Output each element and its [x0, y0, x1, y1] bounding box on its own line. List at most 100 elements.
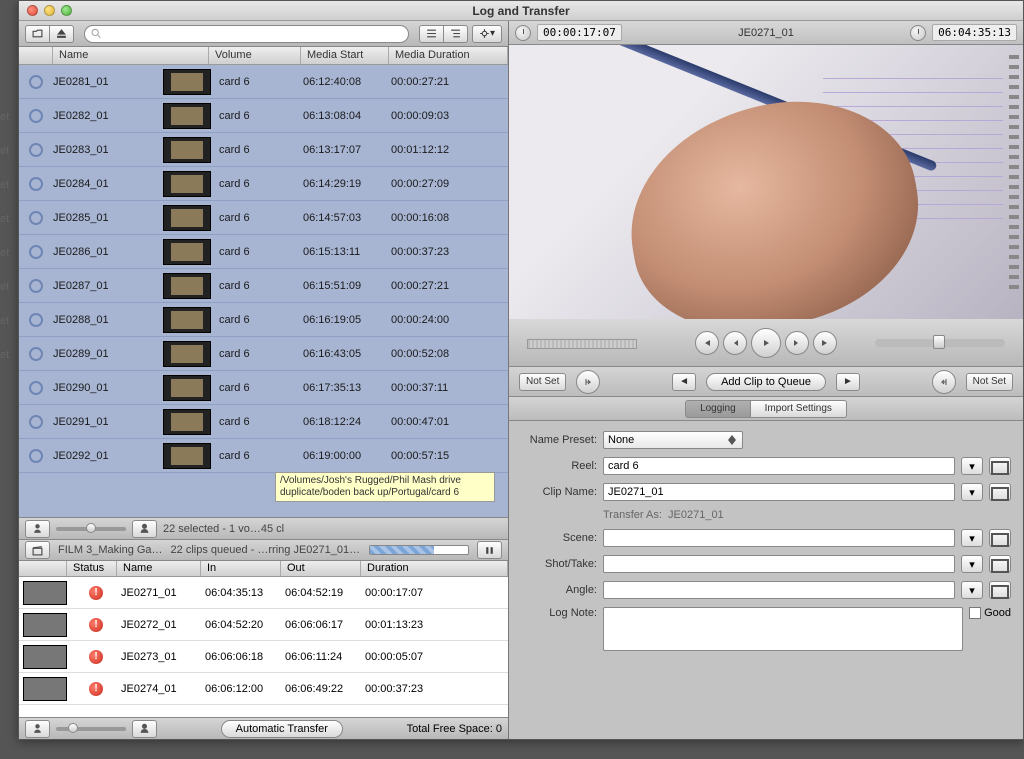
clip-duration: 00:00:16:08: [391, 212, 508, 224]
clip-name: JE0290_01: [53, 382, 163, 394]
go-to-out-button[interactable]: [813, 331, 837, 355]
background-edge: etetetetetetetet: [0, 100, 9, 372]
clip-dropdown-button[interactable]: ▾: [961, 483, 983, 501]
queue-row[interactable]: !JE0274_0106:06:12:0006:06:49:2200:00:37…: [19, 673, 508, 705]
selection-status: 22 selected - 1 vo…45 cl: [163, 523, 502, 535]
col-media-start[interactable]: Media Start: [301, 47, 389, 64]
angle-dropdown-button[interactable]: ▾: [961, 581, 983, 599]
clip-slate-button[interactable]: [989, 483, 1011, 501]
shot-slate-button[interactable]: [989, 555, 1011, 573]
add-volume-button[interactable]: [25, 25, 50, 43]
pause-queue-button[interactable]: [477, 541, 502, 559]
clip-row[interactable]: JE0288_01card 606:16:19:0500:00:24:00: [19, 303, 508, 337]
log-note-input[interactable]: [603, 607, 963, 651]
scene-dropdown-button[interactable]: ▾: [961, 529, 983, 547]
viewer-header: 00:00:17:07 JE0271_01 06:04:35:13: [509, 21, 1023, 45]
clip-row[interactable]: JE0292_01card 606:19:00:0000:00:57:15: [19, 439, 508, 473]
clock-in-icon[interactable]: [515, 25, 531, 41]
clip-row[interactable]: JE0283_01card 606:13:17:0700:01:12:12: [19, 133, 508, 167]
go-to-out-icon: [820, 338, 830, 348]
clip-name: JE0292_01: [53, 450, 163, 462]
transfer-queue[interactable]: !JE0271_0106:04:35:1306:04:52:1900:00:17…: [19, 577, 508, 717]
free-space-label: Total Free Space: 0: [407, 723, 502, 735]
clip-row[interactable]: JE0284_01card 606:14:29:1900:00:27:09: [19, 167, 508, 201]
clip-name: JE0289_01: [53, 348, 163, 360]
tab-import-settings[interactable]: Import Settings: [750, 400, 847, 418]
clip-name: JE0287_01: [53, 280, 163, 292]
reel-input[interactable]: card 6: [603, 457, 955, 475]
clip-name: JE0288_01: [53, 314, 163, 326]
play-button[interactable]: [751, 328, 781, 358]
browser-toolbar: ▾: [19, 21, 508, 47]
clip-duration: 00:00:52:08: [391, 348, 508, 360]
large-thumb-button-2[interactable]: [132, 720, 157, 738]
name-preset-select[interactable]: None: [603, 431, 743, 449]
clip-row[interactable]: JE0286_01card 606:15:13:1100:00:37:23: [19, 235, 508, 269]
clip-start: 06:18:12:24: [303, 416, 391, 428]
titlebar[interactable]: Log and Transfer: [19, 1, 1023, 21]
jog-slider[interactable]: [875, 339, 1005, 347]
window-title: Log and Transfer: [19, 4, 1023, 18]
mark-out-button[interactable]: [932, 370, 956, 394]
clip-duration: 00:00:57:15: [391, 450, 508, 462]
clear-in-button[interactable]: Not Set: [519, 373, 566, 391]
list-view-button[interactable]: [419, 25, 444, 43]
clip-row[interactable]: JE0285_01card 606:14:57:0300:00:16:08: [19, 201, 508, 235]
automatic-transfer-button[interactable]: Automatic Transfer: [221, 720, 343, 738]
search-input[interactable]: [84, 25, 409, 43]
small-thumb-button-2[interactable]: [25, 720, 50, 738]
small-thumb-button[interactable]: [25, 520, 50, 538]
eject-volume-button[interactable]: [49, 25, 74, 43]
clip-browser[interactable]: JE0281_01card 606:12:40:0800:00:27:21JE0…: [19, 65, 508, 517]
add-clip-to-queue-button[interactable]: Add Clip to Queue: [706, 373, 826, 391]
viewer-clip-title: JE0271_01: [628, 27, 904, 39]
prev-clip-button[interactable]: ◄: [672, 373, 696, 391]
clip-row[interactable]: JE0287_01card 606:15:51:0900:00:27:21: [19, 269, 508, 303]
clip-row[interactable]: JE0290_01card 606:17:35:1300:00:37:11: [19, 371, 508, 405]
clip-start: 06:13:08:04: [303, 110, 391, 122]
col-name[interactable]: Name: [53, 47, 209, 64]
clip-name-input[interactable]: JE0271_01: [603, 483, 955, 501]
queue-row[interactable]: !JE0273_0106:06:06:1806:06:11:2400:00:05…: [19, 641, 508, 673]
col-volume[interactable]: Volume: [209, 47, 301, 64]
good-checkbox[interactable]: Good: [969, 607, 1011, 619]
destination-button[interactable]: [25, 541, 50, 559]
queue-thumb-slider[interactable]: [56, 727, 126, 731]
prev-frame-button[interactable]: [723, 331, 747, 355]
list-icon: [426, 28, 437, 39]
preview-viewer[interactable]: [509, 45, 1023, 319]
clip-volume: card 6: [211, 382, 303, 394]
queue-row[interactable]: !JE0271_0106:04:35:1306:04:52:1900:00:17…: [19, 577, 508, 609]
thumb-size-slider[interactable]: [56, 527, 126, 531]
large-thumb-button[interactable]: [132, 520, 157, 538]
clock-out-icon[interactable]: [910, 25, 926, 41]
clip-volume: card 6: [211, 314, 303, 326]
status-ring-icon: [29, 109, 43, 123]
clip-thumbnail: [163, 341, 211, 367]
clip-row[interactable]: JE0282_01card 606:13:08:0400:00:09:03: [19, 99, 508, 133]
reel-slate-button[interactable]: [989, 457, 1011, 475]
angle-slate-button[interactable]: [989, 581, 1011, 599]
clip-start: 06:14:57:03: [303, 212, 391, 224]
clear-out-button[interactable]: Not Set: [966, 373, 1013, 391]
scene-slate-button[interactable]: [989, 529, 1011, 547]
status-ring-icon: [29, 143, 43, 157]
col-media-duration[interactable]: Media Duration: [389, 47, 508, 64]
queue-row[interactable]: !JE0272_0106:04:52:2006:06:06:1700:01:13…: [19, 609, 508, 641]
scene-input[interactable]: [603, 529, 955, 547]
next-frame-button[interactable]: [785, 331, 809, 355]
next-clip-button[interactable]: ►: [836, 373, 860, 391]
tab-logging[interactable]: Logging: [685, 400, 751, 418]
settings-gear-button[interactable]: ▾: [472, 25, 502, 43]
angle-input[interactable]: [603, 581, 955, 599]
shot-take-input[interactable]: [603, 555, 955, 573]
clip-row[interactable]: JE0281_01card 606:12:40:0800:00:27:21: [19, 65, 508, 99]
clip-row[interactable]: JE0289_01card 606:16:43:0500:00:52:08: [19, 337, 508, 371]
mark-in-button[interactable]: [576, 370, 600, 394]
go-to-in-button[interactable]: [695, 331, 719, 355]
shot-dropdown-button[interactable]: ▾: [961, 555, 983, 573]
clip-volume: card 6: [211, 144, 303, 156]
clip-row[interactable]: JE0291_01card 606:18:12:2400:00:47:01: [19, 405, 508, 439]
reel-dropdown-button[interactable]: ▾: [961, 457, 983, 475]
hierarchy-view-button[interactable]: [443, 25, 468, 43]
